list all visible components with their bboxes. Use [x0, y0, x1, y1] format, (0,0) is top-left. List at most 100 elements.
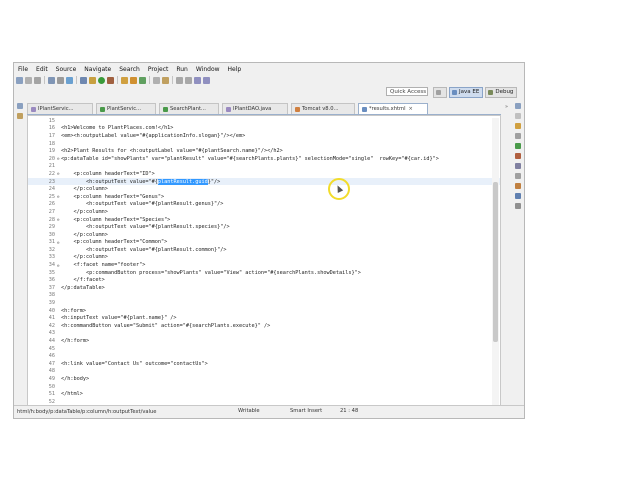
code-line[interactable]: 51 </html>: [28, 390, 500, 398]
code-line[interactable]: 28 ⊖ <p:column headerText="Species">: [28, 216, 500, 224]
junit-icon[interactable]: [514, 193, 521, 199]
code-line[interactable]: 50: [28, 383, 500, 391]
menu-navigate[interactable]: Navigate: [80, 65, 115, 74]
new-java-project-icon[interactable]: [121, 76, 128, 84]
snippets-icon[interactable]: [514, 173, 521, 179]
problems-icon[interactable]: [514, 203, 521, 209]
code-line[interactable]: 19 <h2>Plant Results for <h:outputLabel v…: [28, 147, 500, 155]
palette-icon[interactable]: [514, 133, 521, 139]
code-line[interactable]: 44 </h:form>: [28, 337, 500, 345]
debug-icon[interactable]: [80, 76, 87, 84]
menu-file[interactable]: File: [14, 65, 32, 74]
perspective-java-ee[interactable]: Java EE: [449, 86, 484, 98]
servers-icon[interactable]: [514, 153, 521, 159]
code-line[interactable]: 31 ⊖ <p:column headerText="Common">: [28, 239, 500, 247]
tab-plantservice[interactable]: PlantServic...: [96, 103, 156, 114]
tab-iplantservice[interactable]: IPlantServic...: [27, 103, 93, 114]
right-trim-bar: [511, 99, 524, 349]
perspective-debug[interactable]: Debug: [485, 86, 518, 98]
task-list-icon[interactable]: [514, 123, 521, 129]
menu-source[interactable]: Source: [52, 65, 81, 74]
code-editor[interactable]: 15 16 <h1>Welcome to PlantPlaces.com!</h1>…: [27, 115, 501, 418]
menu-help[interactable]: Help: [224, 65, 246, 74]
data-source-icon[interactable]: [514, 163, 521, 169]
code-line[interactable]: 15: [28, 117, 500, 125]
tab-results-xhtml[interactable]: *results.xhtml ×: [358, 103, 428, 114]
code-line[interactable]: 22 ⊖ <p:column headerText="ID">: [28, 170, 500, 178]
code-line[interactable]: 47 <h:link value="Contact Us" outcome="co…: [28, 360, 500, 368]
external-tools-icon[interactable]: [107, 76, 114, 84]
code-line[interactable]: 16 <h1>Welcome to PlantPlaces.com!</h1>: [28, 125, 500, 133]
code-line[interactable]: 40 <h:form>: [28, 307, 500, 315]
server-icon[interactable]: [48, 76, 55, 84]
code-line[interactable]: 20 ⊖ <p:dataTable id="showPlants" var="pla…: [28, 155, 500, 163]
code-line[interactable]: 48: [28, 368, 500, 376]
code-line[interactable]: 34 ⊖ <f:facet name="footer">: [28, 261, 500, 269]
open-perspective-button[interactable]: [433, 86, 447, 98]
code-line[interactable]: 33 </p:column>: [28, 254, 500, 262]
code-line[interactable]: 46: [28, 352, 500, 360]
back-icon[interactable]: [194, 76, 201, 84]
code-line[interactable]: 29 <h:outputText value="#{plantResult.sp…: [28, 223, 500, 231]
markers-icon[interactable]: [514, 143, 521, 149]
save-icon[interactable]: [25, 76, 32, 84]
fold-toggle-icon[interactable]: ⊖: [57, 263, 59, 268]
vertical-scrollbar[interactable]: [492, 118, 499, 418]
previous-annotation-icon[interactable]: [185, 76, 192, 84]
tab-tomcat[interactable]: Tomcat v8.0...: [291, 103, 355, 114]
next-annotation-icon[interactable]: [176, 76, 183, 84]
code-line[interactable]: 36 </f:facet>: [28, 276, 500, 284]
fold-toggle-icon[interactable]: ⊖: [57, 194, 59, 199]
menu-project[interactable]: Project: [144, 65, 173, 74]
code-line[interactable]: 32 <h:outputText value="#{plantResult.co…: [28, 246, 500, 254]
globe-icon[interactable]: [66, 76, 73, 84]
code-line[interactable]: 49 </h:body>: [28, 375, 500, 383]
fold-toggle-icon[interactable]: ⊖: [57, 217, 59, 222]
restore-icon[interactable]: [514, 103, 521, 109]
code-line[interactable]: 25 ⊖ <p:column headerText="Genus">: [28, 193, 500, 201]
code-line[interactable]: 41 <h:inputText value="#{plant.name}" />: [28, 314, 500, 322]
quick-access-input[interactable]: Quick Access: [386, 87, 428, 96]
code-line[interactable]: 38: [28, 292, 500, 300]
code-line[interactable]: 39: [28, 299, 500, 307]
fold-toggle-icon[interactable]: ⊖: [57, 171, 59, 176]
close-icon[interactable]: ×: [409, 106, 413, 112]
code-line[interactable]: 35 <p:commandButton process="showPlants"…: [28, 269, 500, 277]
new-package-icon[interactable]: [130, 76, 137, 84]
code-line[interactable]: 17 <em><h:outputLabel value="#{applicatio…: [28, 132, 500, 140]
code-line[interactable]: 45: [28, 345, 500, 353]
new-icon[interactable]: [16, 76, 23, 84]
code-line[interactable]: 27 </p:column>: [28, 208, 500, 216]
menu-search[interactable]: Search: [115, 65, 144, 74]
project-explorer-icon[interactable]: [17, 113, 23, 119]
run-icon[interactable]: [98, 76, 105, 84]
code-line[interactable]: 23 <h:outputText value="#{plantResult.gu…: [28, 177, 500, 186]
tab-iplantdao[interactable]: IPlantDAO.java: [222, 103, 288, 114]
forward-icon[interactable]: [203, 76, 210, 84]
code-line[interactable]: 26 <h:outputText value="#{plantResult.ge…: [28, 201, 500, 209]
scrollbar-thumb[interactable]: [493, 182, 498, 342]
menu-edit[interactable]: Edit: [32, 65, 52, 74]
code-line[interactable]: 43: [28, 330, 500, 338]
save-all-icon[interactable]: [34, 76, 41, 84]
coverage-icon[interactable]: [89, 76, 96, 84]
menu-window[interactable]: Window: [192, 65, 224, 74]
console-icon[interactable]: [514, 183, 521, 189]
search-icon[interactable]: [162, 76, 169, 84]
code-line[interactable]: 18: [28, 140, 500, 148]
outline-icon[interactable]: [514, 113, 521, 119]
menu-run[interactable]: Run: [172, 65, 192, 74]
code-line[interactable]: 37 </p:dataTable>: [28, 284, 500, 292]
code-line[interactable]: 21: [28, 163, 500, 171]
code-line[interactable]: 30 </p:column>: [28, 231, 500, 239]
tab-overflow-button[interactable]: »: [505, 104, 508, 110]
new-class-icon[interactable]: [139, 76, 146, 84]
fold-toggle-icon[interactable]: ⊖: [57, 156, 59, 161]
tab-searchplants[interactable]: SearchPlant...: [159, 103, 219, 114]
open-type-icon[interactable]: [153, 76, 160, 84]
code-line[interactable]: 42 <h:commandButton value="Submit" action…: [28, 322, 500, 330]
fold-toggle-icon[interactable]: ⊖: [57, 240, 59, 245]
restore-icon[interactable]: [17, 103, 23, 109]
properties-icon[interactable]: [57, 76, 64, 84]
code-line[interactable]: 24 </p:column>: [28, 185, 500, 193]
